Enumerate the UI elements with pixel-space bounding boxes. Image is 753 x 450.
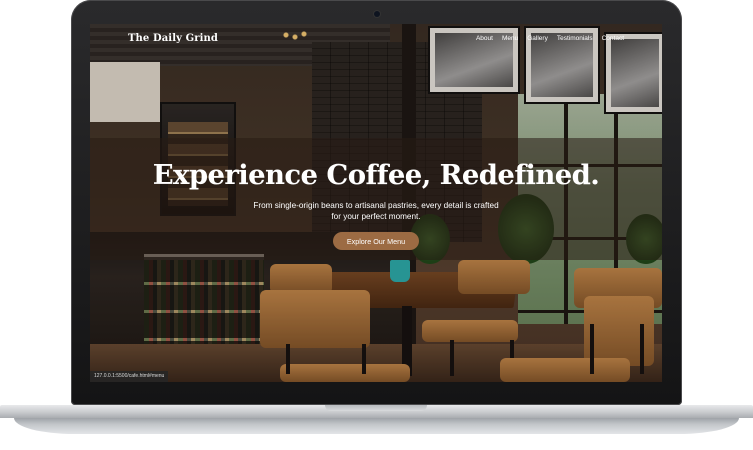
laptop-opening-notch <box>325 405 427 411</box>
nav-link-about[interactable]: About <box>476 35 493 42</box>
nav-link-menu[interactable]: Menu <box>502 35 518 42</box>
laptop-base-bottom <box>14 418 739 434</box>
explore-menu-button[interactable]: Explore Our Menu <box>333 232 419 250</box>
nav-link-contact[interactable]: Contact <box>602 35 624 42</box>
nav-links: About Menu Gallery Testimonials Contact <box>476 35 624 42</box>
browser-viewport: The Daily Grind About Menu Gallery Testi… <box>90 24 662 382</box>
nav-link-gallery[interactable]: Gallery <box>527 35 548 42</box>
nav-link-testimonials[interactable]: Testimonials <box>557 35 593 42</box>
hero-title: Experience Coffee, Redefined. <box>152 159 600 191</box>
hero-subtitle: From single-origin beans to artisanal pa… <box>236 200 516 222</box>
hero-subtitle-line-1: From single-origin beans to artisanal pa… <box>253 201 499 210</box>
status-bar-url: 127.0.0.1:5500/cafe.html#menu <box>90 371 169 382</box>
camera-icon <box>374 11 380 17</box>
hero-subtitle-line-2: for your perfect moment. <box>331 212 421 221</box>
top-nav: The Daily Grind About Menu Gallery Testi… <box>90 24 662 56</box>
brand-logo[interactable]: The Daily Grind <box>128 33 218 44</box>
